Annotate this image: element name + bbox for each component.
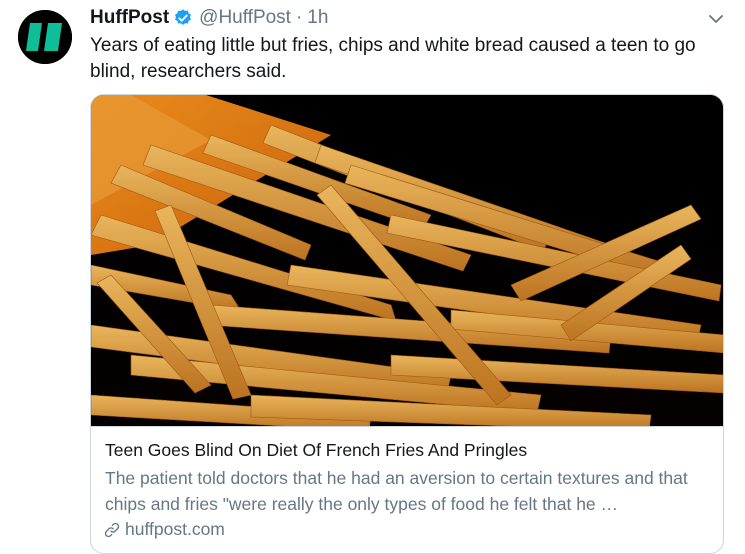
link-card[interactable]: Teen Goes Blind On Diet Of French Fries … (90, 94, 724, 554)
card-domain-text: huffpost.com (125, 519, 225, 539)
tweet-header: HuffPost @HuffPost · 1h (90, 6, 328, 30)
separator-dot: · (295, 7, 303, 28)
link-icon (103, 521, 121, 539)
tweet-timestamp[interactable]: 1h (307, 7, 328, 29)
author-name[interactable]: HuffPost (90, 7, 169, 29)
avatar[interactable] (18, 10, 72, 64)
card-description: The patient told doctors that he had an … (105, 468, 688, 514)
author-handle[interactable]: @HuffPost (199, 7, 291, 29)
card-image[interactable] (91, 95, 723, 426)
card-domain: huffpost.com (103, 519, 225, 540)
chevron-down-icon[interactable] (705, 8, 727, 30)
verified-badge-icon (173, 8, 193, 28)
french-fries-image (91, 95, 723, 426)
card-body[interactable]: Teen Goes Blind On Diet Of French Fries … (91, 426, 723, 539)
card-title: Teen Goes Blind On Diet Of French Fries … (105, 440, 528, 460)
huffpost-logo-icon (18, 10, 72, 64)
tweet-text: Years of eating little but fries, chips … (90, 35, 696, 82)
